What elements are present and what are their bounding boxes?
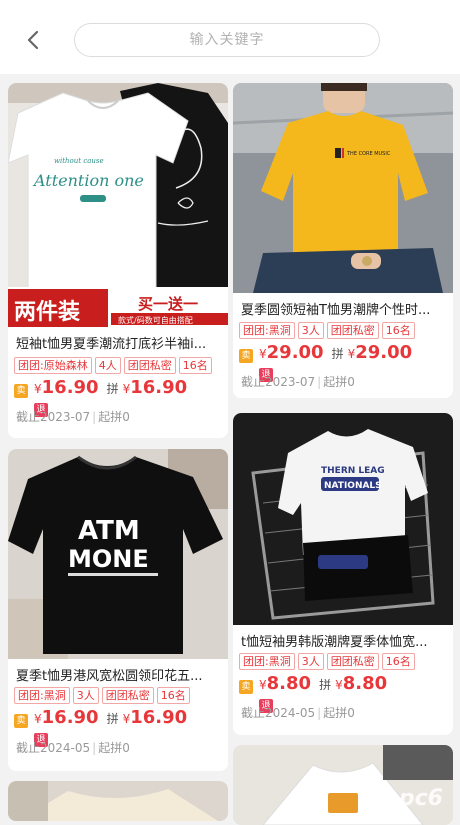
deadline-row: 截止2023-07 | 起拼0 — [16, 410, 130, 424]
banner-promo: 买一送一 — [138, 295, 198, 313]
shirt-print: Attention one — [32, 171, 144, 190]
group-price-label: 拼 — [331, 347, 344, 361]
rank-tag: 16名 — [156, 687, 190, 704]
price-row: 卖 退 ¥ 16.90 拼 ¥ 16.90 — [14, 377, 188, 417]
tag-list: 团团:黑洞 3人 团团私密 16名 — [14, 687, 190, 704]
watermark-logo: pc6 — [398, 786, 443, 811]
product-image[interactable]: ATM MONE — [8, 449, 228, 659]
product-card[interactable]: pc6 — [233, 745, 453, 825]
price: 29.00 — [266, 342, 324, 363]
search-input[interactable] — [75, 32, 379, 48]
product-card[interactable]: ATM MONE 夏季t恤男港风宽松圆领印花五... 团团:黑洞 3人 团团私密… — [8, 449, 228, 771]
price-row: 卖 退 ¥ 8.80 拼 ¥ 8.80 — [239, 673, 388, 713]
currency-symbol: ¥ — [347, 347, 356, 361]
back-button[interactable] — [20, 26, 48, 54]
private-tag: 团团私密 — [101, 687, 154, 704]
deadline-row: 截止2023-07 | 起拼0 — [241, 375, 355, 389]
min-group: 起拼0 — [98, 741, 130, 755]
deadline: 截止2024-05 — [241, 706, 316, 720]
shirt-print-2: MONE — [68, 545, 149, 573]
product-title[interactable]: 夏季圆领短袖T恤男潮牌个性时... — [241, 299, 447, 318]
product-card[interactable]: THE CORE MUSIC 夏季圆领短袖T恤男潮牌个性时... 团团:黑洞 3… — [233, 83, 453, 398]
currency-symbol: ¥ — [122, 712, 131, 726]
deadline-row: 截止2024-05 | 起拼0 — [16, 741, 130, 755]
group-tag: 团团:黑洞 — [14, 687, 70, 704]
rank-tag: 16名 — [178, 357, 212, 374]
product-title[interactable]: 夏季t恤男港风宽松圆领印花五... — [16, 665, 222, 684]
currency-symbol: ¥ — [34, 712, 42, 726]
currency-symbol: ¥ — [34, 382, 42, 396]
group-price: 29.00 — [355, 342, 413, 363]
private-tag: 团团私密 — [326, 653, 379, 670]
product-title[interactable]: 短袖t恤男夏季潮流打底衫半袖i... — [16, 333, 222, 352]
shirt-print-sub: without cause — [54, 157, 104, 165]
group-price: 8.80 — [342, 673, 388, 694]
people-tag: 3人 — [72, 687, 99, 704]
sell-badge: 卖 — [239, 680, 253, 694]
private-tag: 团团私密 — [326, 322, 379, 339]
currency-symbol: ¥ — [335, 678, 343, 692]
currency-symbol: ¥ — [122, 382, 131, 396]
search-box[interactable] — [74, 23, 380, 57]
product-image[interactable]: without cause Attention one 两件装 买一送一 款式/… — [8, 83, 228, 327]
min-group: 起拼0 — [323, 706, 355, 720]
group-tag: 团团:原始森林 — [14, 357, 92, 374]
price: 16.90 — [41, 377, 99, 398]
price: 8.80 — [266, 673, 312, 694]
top-bar — [0, 0, 460, 74]
people-tag: 3人 — [297, 322, 324, 339]
shirt-print-1: THERN LEAG — [321, 466, 385, 476]
product-image[interactable] — [8, 781, 228, 821]
group-price-label: 拼 — [106, 712, 119, 726]
group-price: 16.90 — [130, 377, 188, 398]
deadline-row: 截止2024-05 | 起拼0 — [241, 706, 355, 720]
product-image[interactable] — [233, 745, 453, 825]
group-price-label: 拼 — [106, 382, 119, 396]
group-tag: 团团:黑洞 — [239, 653, 295, 670]
currency-symbol: ¥ — [259, 678, 267, 692]
group-price-label: 拼 — [319, 678, 332, 692]
deadline: 截止2024-05 — [16, 741, 91, 755]
shirt-print-2: NATIONALS — [324, 481, 382, 491]
product-title[interactable]: t恤短袖男韩版潮牌夏季体恤宽... — [241, 631, 447, 650]
tag-list: 团团:黑洞 3人 团团私密 16名 — [239, 322, 415, 339]
rank-tag: 16名 — [381, 322, 415, 339]
private-tag: 团团私密 — [123, 357, 176, 374]
sell-badge: 卖 — [239, 349, 253, 363]
product-card[interactable]: THERN LEAG NATIONALS t恤短袖男韩版潮牌夏季体恤宽... 团… — [233, 413, 453, 735]
banner-subtext: 款式/码数可自由搭配 — [118, 315, 193, 325]
product-image[interactable]: THE CORE MUSIC — [233, 83, 453, 293]
deadline: 截止2023-07 — [16, 410, 91, 424]
tag-list: 团团:黑洞 3人 团团私密 16名 — [239, 653, 415, 670]
people-tag: 4人 — [94, 357, 121, 374]
min-group: 起拼0 — [98, 410, 130, 424]
deadline: 截止2023-07 — [241, 375, 316, 389]
group-tag: 团团:黑洞 — [239, 322, 295, 339]
price-row: 卖 退 ¥ 16.90 拼 ¥ 16.90 — [14, 707, 188, 747]
product-image[interactable]: THERN LEAG NATIONALS — [233, 413, 453, 625]
sell-badge: 卖 — [14, 714, 28, 728]
chevron-left-icon — [27, 30, 39, 50]
min-group: 起拼0 — [323, 375, 355, 389]
tag-list: 团团:原始森林 4人 团团私密 16名 — [14, 357, 212, 374]
shirt-print: THE CORE MUSIC — [346, 151, 391, 157]
rank-tag: 16名 — [381, 653, 415, 670]
product-card[interactable]: without cause Attention one 两件装 买一送一 款式/… — [8, 83, 228, 438]
group-price: 16.90 — [130, 707, 188, 728]
shirt-print-1: ATM — [78, 516, 140, 546]
people-tag: 3人 — [297, 653, 324, 670]
price: 16.90 — [41, 707, 99, 728]
product-card[interactable] — [8, 781, 228, 821]
sell-badge: 卖 — [14, 384, 28, 398]
price-row: 卖 退 ¥ 29.00 拼 ¥ 29.00 — [239, 342, 413, 382]
banner-label: 两件装 — [14, 300, 80, 325]
currency-symbol: ¥ — [259, 347, 267, 361]
